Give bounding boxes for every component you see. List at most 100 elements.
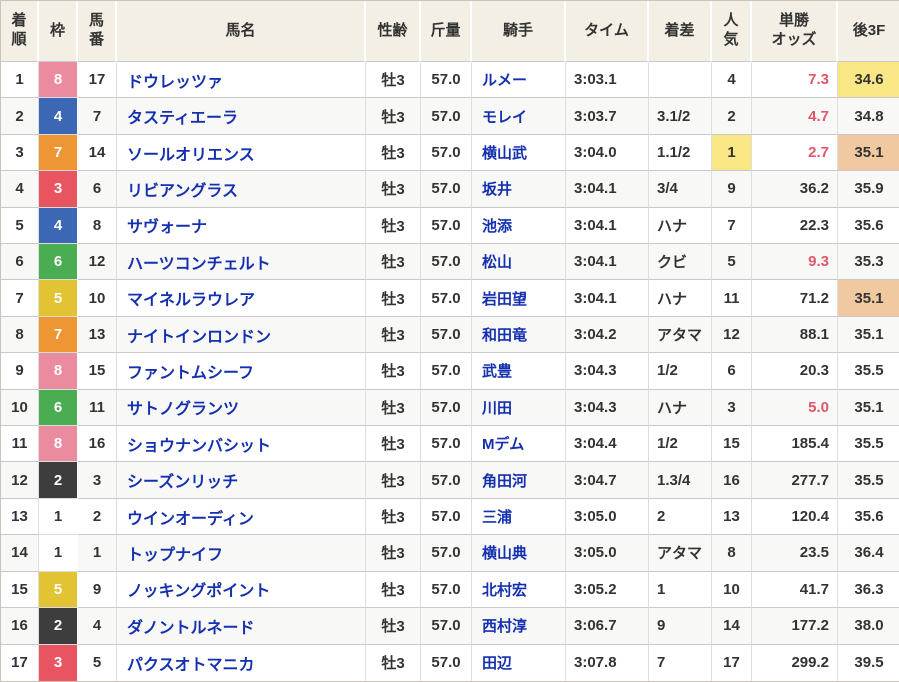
number-cell: 12 [78, 244, 117, 280]
time-cell: 3:07.8 [566, 645, 649, 682]
sex_age-cell: 牡3 [366, 353, 421, 389]
jockey-link[interactable]: 川田 [482, 400, 512, 417]
jockey-cell: モレイ [472, 98, 566, 134]
table-row: 6612ハーツコンチェルト牡357.0松山3:04.1クビ59.335.3 [1, 244, 899, 280]
horse-cell: マイネルラウレア [117, 280, 366, 316]
col-header-jockey: 騎手 [472, 1, 566, 62]
popularity-cell: 3 [712, 390, 752, 426]
time-cell: 3:04.4 [566, 426, 649, 462]
odds-cell: 5.0 [752, 390, 838, 426]
rank-cell: 7 [1, 280, 39, 316]
rank-cell: 15 [1, 572, 39, 608]
jockey-link[interactable]: モレイ [482, 109, 527, 126]
weight-cell: 57.0 [421, 426, 472, 462]
number-cell: 4 [78, 608, 117, 644]
horse-name-link[interactable]: ドウレッツァ [127, 74, 223, 91]
popularity-cell: 6 [712, 353, 752, 389]
jockey-link[interactable]: 松山 [482, 254, 512, 271]
horse-name-link[interactable]: シーズンリッチ [127, 474, 238, 491]
time-cell: 3:05.0 [566, 499, 649, 535]
jockey-link[interactable]: 武豊 [482, 363, 512, 380]
jockey-cell: 松山 [472, 244, 566, 280]
weight-cell: 57.0 [421, 645, 472, 682]
jockey-link[interactable]: 西村淳 [482, 618, 527, 635]
time-cell: 3:04.1 [566, 171, 649, 207]
rank-cell: 12 [1, 462, 39, 498]
jockey-link[interactable]: 三浦 [482, 509, 512, 526]
jockey-cell: 岩田望 [472, 280, 566, 316]
jockey-link[interactable]: 田辺 [482, 655, 512, 672]
popularity-cell: 11 [712, 280, 752, 316]
last3f-cell: 35.6 [838, 499, 899, 535]
odds-cell: 4.7 [752, 98, 838, 134]
horse-cell: ダノントルネード [117, 608, 366, 644]
horse-name-link[interactable]: リビアングラス [127, 183, 238, 200]
last3f-cell: 34.8 [838, 98, 899, 134]
sex_age-cell: 牡3 [366, 462, 421, 498]
margin-cell: アタマ [649, 535, 712, 571]
jockey-link[interactable]: 北村宏 [482, 582, 527, 599]
horse-name-link[interactable]: ダノントルネード [127, 620, 255, 637]
horse-name-link[interactable]: トップナイフ [127, 547, 223, 564]
table-row: 247タスティエーラ牡357.0モレイ3:03.73.1/224.734.8 [1, 98, 899, 134]
jockey-link[interactable]: 横山武 [482, 145, 527, 162]
horse-name-link[interactable]: ショウナンバシット [127, 438, 271, 455]
horse-name-link[interactable]: ナイトインロンドン [127, 329, 271, 346]
table-row: 10611サトノグランツ牡357.0川田3:04.3ハナ35.035.1 [1, 390, 899, 426]
jockey-link[interactable]: 池添 [482, 218, 512, 235]
popularity-cell: 9 [712, 171, 752, 207]
horse-name-link[interactable]: タスティエーラ [127, 110, 238, 127]
jockey-link[interactable]: 岩田望 [482, 291, 527, 308]
rank-cell: 2 [1, 98, 39, 134]
horse-name-link[interactable]: パクスオトマニカ [127, 657, 255, 674]
race-result-page: 着 順枠馬 番馬名性齢斤量騎手タイム着差人 気単勝 オッズ後3F 1817ドウレ… [0, 0, 899, 682]
horse-name-link[interactable]: ノッキングポイント [127, 583, 270, 600]
odds-cell: 120.4 [752, 499, 838, 535]
odds-cell: 9.3 [752, 244, 838, 280]
horse-cell: タスティエーラ [117, 98, 366, 134]
jockey-link[interactable]: ルメー [482, 72, 527, 89]
frame-cell: 2 [39, 462, 78, 498]
horse-name-link[interactable]: マイネルラウレア [127, 292, 255, 309]
horse-name-link[interactable]: サヴォーナ [127, 219, 207, 236]
margin-cell: ハナ [649, 280, 712, 316]
weight-cell: 57.0 [421, 98, 472, 134]
jockey-link[interactable]: 和田竜 [482, 327, 527, 344]
number-cell: 8 [78, 208, 117, 244]
horse-cell: サヴォーナ [117, 208, 366, 244]
jockey-cell: 川田 [472, 390, 566, 426]
number-cell: 7 [78, 98, 117, 134]
margin-cell: ハナ [649, 208, 712, 244]
jockey-link[interactable]: 角田河 [482, 473, 527, 490]
race-result-table: 着 順枠馬 番馬名性齢斤量騎手タイム着差人 気単勝 オッズ後3F 1817ドウレ… [0, 0, 899, 682]
odds-cell: 185.4 [752, 426, 838, 462]
rank-cell: 16 [1, 608, 39, 644]
horse-name-link[interactable]: ファントムシーフ [127, 365, 254, 382]
sex_age-cell: 牡3 [366, 62, 421, 98]
time-cell: 3:05.0 [566, 535, 649, 571]
margin-cell: 1.3/4 [649, 462, 712, 498]
horse-name-link[interactable]: ウインオーディン [127, 511, 254, 528]
number-cell: 2 [78, 499, 117, 535]
last3f-cell: 35.1 [838, 390, 899, 426]
frame-cell: 8 [39, 353, 78, 389]
time-cell: 3:04.2 [566, 317, 649, 353]
jockey-link[interactable]: Mデム [482, 436, 524, 453]
horse-name-link[interactable]: サトノグランツ [127, 401, 239, 418]
time-cell: 3:04.1 [566, 244, 649, 280]
horse-name-link[interactable]: ソールオリエンス [127, 147, 255, 164]
weight-cell: 57.0 [421, 317, 472, 353]
odds-cell: 41.7 [752, 572, 838, 608]
jockey-cell: 西村淳 [472, 608, 566, 644]
number-cell: 17 [78, 62, 117, 98]
horse-name-link[interactable]: ハーツコンチェルト [127, 256, 271, 273]
horse-cell: ファントムシーフ [117, 353, 366, 389]
jockey-link[interactable]: 坂井 [482, 181, 512, 198]
last3f-cell: 35.3 [838, 244, 899, 280]
popularity-cell: 15 [712, 426, 752, 462]
jockey-link[interactable]: 横山典 [482, 545, 527, 562]
popularity-cell: 17 [712, 645, 752, 682]
rank-cell: 1 [1, 62, 39, 98]
odds-cell: 20.3 [752, 353, 838, 389]
frame-cell: 6 [39, 244, 78, 280]
